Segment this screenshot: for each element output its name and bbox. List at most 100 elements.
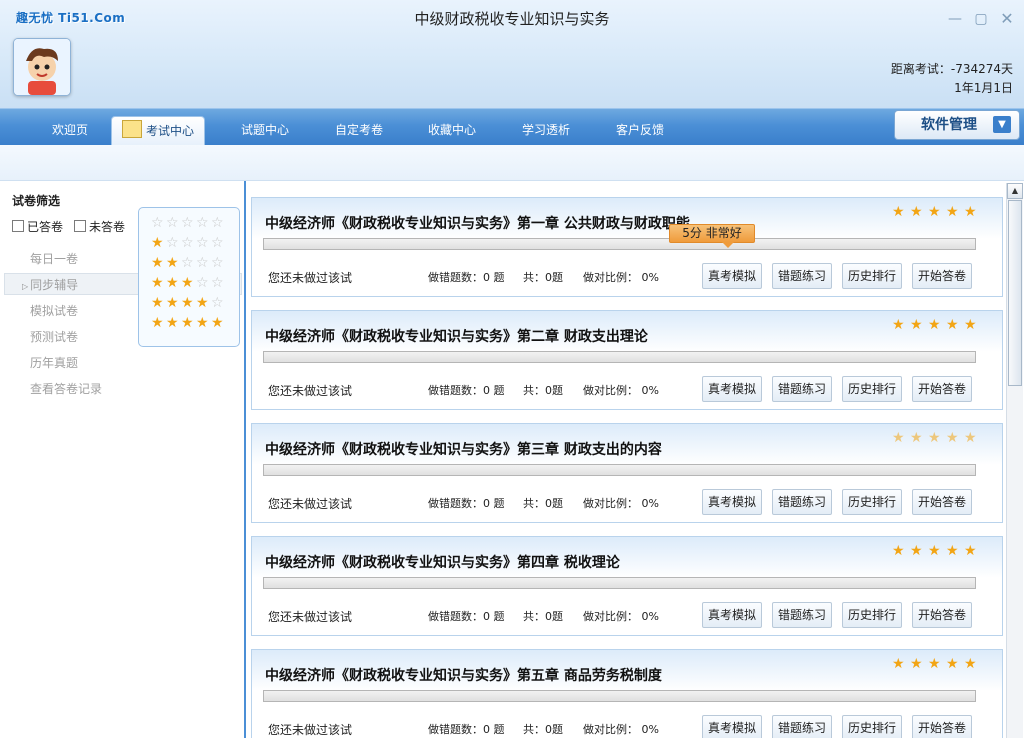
tab-welcome[interactable]: 欢迎页 bbox=[40, 116, 100, 145]
paper-title[interactable]: 中级经济师《财政税收专业知识与实务》第五章 商品劳务税制度 bbox=[265, 665, 662, 685]
paper-title[interactable]: 中级经济师《财政税收专业知识与实务》第三章 财政支出的内容 bbox=[265, 439, 662, 459]
star-icon: ★ bbox=[196, 295, 209, 311]
triangle-right-icon: ▷ bbox=[22, 282, 29, 291]
star-filter-row[interactable]: ★ ★ ★ ★ ★ bbox=[151, 316, 231, 332]
paper-card: 中级经济师《财政税收专业知识与实务》第一章 公共财政与财政职能 您还未做过该试 做错… bbox=[251, 197, 1003, 297]
scroll-up-icon[interactable]: ▲ bbox=[1007, 183, 1023, 199]
star-icon: ☆ bbox=[211, 255, 224, 271]
real-exam-button[interactable]: 真考模拟 bbox=[702, 602, 762, 628]
star-filter-row[interactable]: ☆ ☆ ☆ ☆ ☆ bbox=[151, 216, 231, 232]
start-answer-button[interactable]: 开始答卷 bbox=[912, 376, 972, 402]
paper-list: 中级经济师《财政税收专业知识与实务》第一章 公共财政与财政职能您还未做过该试做错… bbox=[248, 181, 1006, 738]
rating-stars[interactable]: ★ ★ ★ ★ ★ bbox=[892, 544, 982, 558]
correct-ratio: 做对比例： 0% bbox=[583, 610, 659, 623]
paper-title[interactable]: 中级经济师《财政税收专业知识与实务》第二章 财政支出理论 bbox=[265, 326, 648, 346]
menu-sync-tutoring[interactable]: ▷ 同步辅导 bbox=[22, 276, 78, 293]
window-title: 中级财政税收专业知识与实务 bbox=[414, 10, 610, 28]
note-icon bbox=[121, 120, 142, 138]
progress-bar bbox=[263, 577, 976, 589]
history-rank-button[interactable]: 历史排行 bbox=[842, 602, 902, 628]
wrong-practice-button[interactable]: 错题练习 bbox=[772, 715, 832, 738]
history-rank-button[interactable]: 历史排行 bbox=[842, 489, 902, 515]
star-filter-row[interactable]: ★ ★ ★ ★ ☆ bbox=[151, 296, 231, 312]
current-date: 1年1月1日 bbox=[954, 81, 1013, 95]
star-icon: ★ bbox=[910, 430, 923, 446]
start-answer-button[interactable]: 开始答卷 bbox=[912, 602, 972, 628]
tab-exam-center[interactable]: 考试中心 bbox=[111, 116, 205, 146]
tab-feedback[interactable]: 客户反馈 bbox=[606, 116, 674, 145]
star-icon: ☆ bbox=[211, 275, 224, 291]
star-icon: ★ bbox=[946, 543, 959, 559]
software-manage-label: 软件管理 bbox=[921, 117, 977, 133]
vertical-scrollbar[interactable]: ▲ bbox=[1006, 183, 1023, 738]
star-icon: ★ bbox=[892, 543, 905, 559]
rating-stars[interactable]: ★ ★ ★ ★ ★ bbox=[892, 318, 982, 332]
unanswered-label: 未答卷 bbox=[89, 220, 126, 234]
star-icon: ★ bbox=[946, 656, 959, 672]
scroll-thumb[interactable] bbox=[1008, 200, 1022, 386]
start-answer-button[interactable]: 开始答卷 bbox=[912, 715, 972, 738]
paper-title[interactable]: 中级经济师《财政税收专业知识与实务》第四章 税收理论 bbox=[265, 552, 620, 572]
sub-toolbar bbox=[0, 145, 1024, 181]
real-exam-button[interactable]: 真考模拟 bbox=[702, 263, 762, 289]
star-icon: ★ bbox=[928, 204, 941, 220]
total-count: 共：0题 bbox=[523, 497, 563, 510]
history-rank-button[interactable]: 历史排行 bbox=[842, 263, 902, 289]
start-answer-button[interactable]: 开始答卷 bbox=[912, 263, 972, 289]
main-nav: 欢迎页 考试中心 试题中心 自定考卷 收藏中心 学习透析 客户反馈 bbox=[0, 108, 1024, 146]
rating-stars[interactable]: ★ ★ ★ ★ ★ bbox=[892, 431, 982, 445]
star-icon: ★ bbox=[964, 656, 977, 672]
star-icon: ★ bbox=[892, 317, 905, 333]
menu-answer-records[interactable]: 查看答卷记录 bbox=[30, 380, 102, 397]
tab-custom-paper[interactable]: 自定考卷 bbox=[325, 116, 393, 145]
tab-study-analysis[interactable]: 学习透析 bbox=[512, 116, 580, 145]
rating-stars[interactable]: ★ ★ ★ ★ ★ bbox=[892, 657, 982, 671]
real-exam-button[interactable]: 真考模拟 bbox=[702, 715, 762, 738]
filter-title: 试卷筛选 bbox=[12, 194, 61, 208]
history-rank-button[interactable]: 历史排行 bbox=[842, 376, 902, 402]
unanswered-checkbox[interactable]: 未答卷 bbox=[74, 218, 125, 235]
total-count: 共：0题 bbox=[523, 271, 563, 284]
paper-status: 您还未做过该试 bbox=[268, 497, 353, 511]
progress-bar bbox=[263, 464, 976, 476]
paper-title[interactable]: 中级经济师《财政税收专业知识与实务》第一章 公共财政与财政职能 bbox=[265, 213, 690, 233]
star-icon: ☆ bbox=[151, 215, 164, 231]
star-icon: ★ bbox=[151, 255, 164, 271]
wrong-practice-button[interactable]: 错题练习 bbox=[772, 489, 832, 515]
tab-favorites[interactable]: 收藏中心 bbox=[418, 116, 486, 145]
star-filter-row[interactable]: ★ ★ ☆ ☆ ☆ bbox=[151, 256, 231, 272]
star-icon: ★ bbox=[946, 204, 959, 220]
tab-question-center[interactable]: 试题中心 bbox=[230, 116, 300, 145]
chevron-down-icon: ▼ bbox=[993, 116, 1011, 133]
wrong-practice-button[interactable]: 错题练习 bbox=[772, 602, 832, 628]
menu-mock-paper[interactable]: 模拟试卷 bbox=[30, 302, 78, 319]
star-icon: ☆ bbox=[211, 215, 224, 231]
wrong-practice-button[interactable]: 错题练习 bbox=[772, 263, 832, 289]
star-filter-row[interactable]: ★ ☆ ☆ ☆ ☆ bbox=[151, 236, 231, 252]
paper-card: 中级经济师《财政税收专业知识与实务》第三章 财政支出的内容 您还未做过该试 做错题数… bbox=[251, 423, 1003, 523]
wrong-practice-button[interactable]: 错题练习 bbox=[772, 376, 832, 402]
start-answer-button[interactable]: 开始答卷 bbox=[912, 489, 972, 515]
wrong-count: 做错题数：0 题 bbox=[428, 723, 505, 736]
total-count: 共：0题 bbox=[523, 610, 563, 623]
star-icon: ★ bbox=[928, 543, 941, 559]
paper-status: 您还未做过该试 bbox=[268, 384, 353, 398]
star-icon: ☆ bbox=[211, 235, 224, 251]
menu-past-exams[interactable]: 历年真题 bbox=[30, 354, 78, 371]
answered-checkbox[interactable]: 已答卷 bbox=[12, 218, 63, 235]
app-header: 趣无忧 Ti51.Com 中级财政税收专业知识与实务 — ▢ ✕ 距离考试：-7… bbox=[0, 0, 1024, 108]
real-exam-button[interactable]: 真考模拟 bbox=[702, 376, 762, 402]
checkbox-box bbox=[12, 220, 24, 232]
menu-prediction-paper[interactable]: 预测试卷 bbox=[30, 328, 78, 345]
star-filter-row[interactable]: ★ ★ ★ ☆ ☆ bbox=[151, 276, 231, 292]
software-manage-button[interactable]: 软件管理 ▼ bbox=[894, 110, 1020, 140]
menu-daily-paper[interactable]: 每日一卷 bbox=[30, 250, 78, 267]
real-exam-button[interactable]: 真考模拟 bbox=[702, 489, 762, 515]
history-rank-button[interactable]: 历史排行 bbox=[842, 715, 902, 738]
rating-stars[interactable]: ★ ★ ★ ★ ★ bbox=[892, 205, 982, 219]
restore-icon[interactable]: ▢ bbox=[974, 12, 988, 26]
progress-bar bbox=[263, 690, 976, 702]
close-icon[interactable]: ✕ bbox=[1000, 11, 1014, 27]
star-icon: ☆ bbox=[181, 215, 194, 231]
minimize-icon[interactable]: — bbox=[948, 12, 962, 26]
